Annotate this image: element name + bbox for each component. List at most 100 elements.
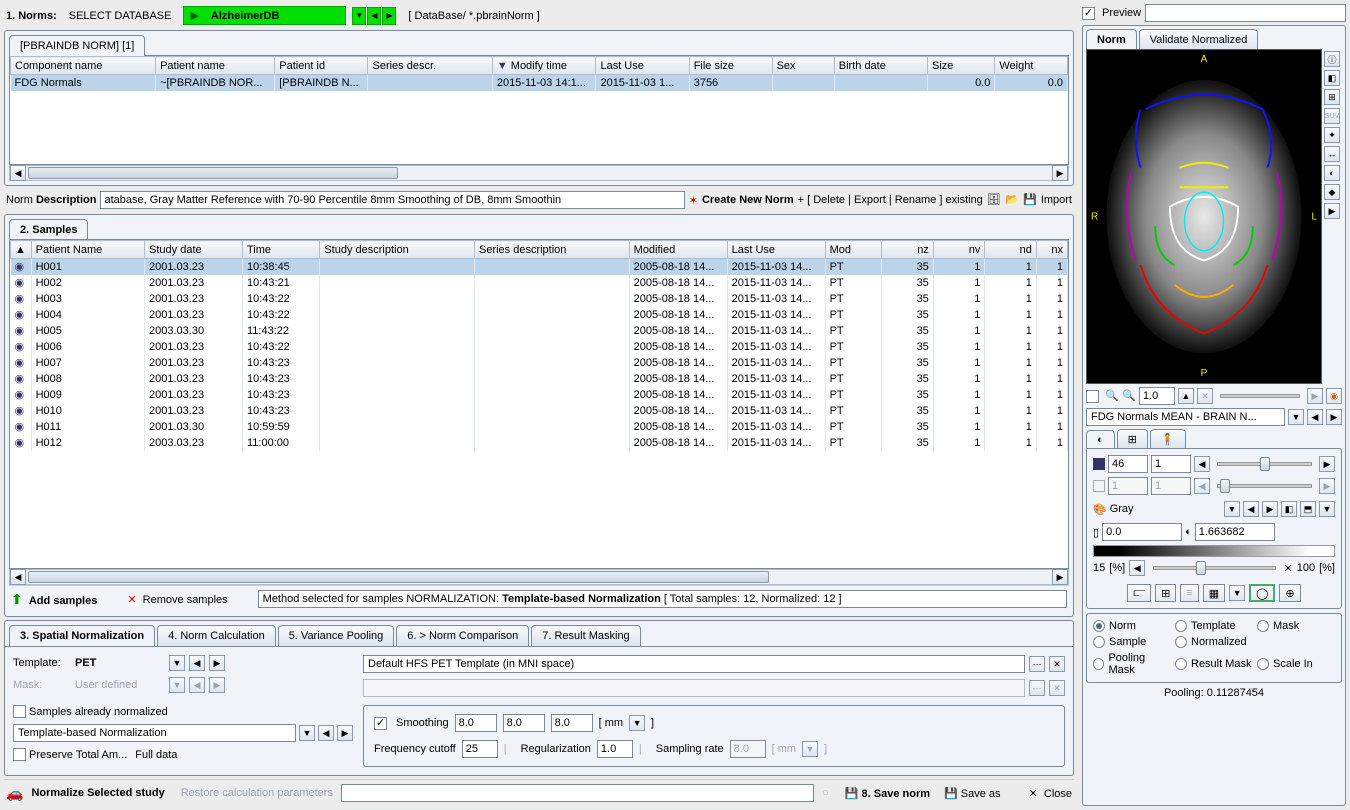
tab-variance-pooling[interactable]: 5. Variance Pooling bbox=[278, 625, 395, 646]
palette-icon[interactable]: 🎨 bbox=[1093, 503, 1107, 516]
template-next[interactable]: ▶ bbox=[209, 655, 225, 671]
colormap-dropdown[interactable]: ▼ bbox=[1224, 501, 1240, 517]
samples-already-normalized-checkbox[interactable] bbox=[13, 705, 26, 718]
slice-pos-1[interactable] bbox=[1108, 455, 1148, 473]
database-selector[interactable]: ▶ AlzheimerDB bbox=[183, 6, 346, 25]
col-last-use[interactable]: Last Use bbox=[596, 57, 689, 75]
col-modify-time[interactable]: ▼ Modify time bbox=[492, 57, 596, 75]
template-info-icon[interactable]: ⋯ bbox=[1029, 656, 1045, 672]
smoothing-x[interactable] bbox=[455, 714, 497, 732]
sample-row[interactable]: ◉ H0042001.03.2310:43:22 2005-08-18 14..… bbox=[11, 307, 1068, 323]
save-norm-button[interactable]: 💾 8. Save norm bbox=[845, 787, 930, 800]
existing-ops-label[interactable]: + [ Delete | Export | Rename ] existing bbox=[798, 194, 983, 206]
db-prev[interactable]: ◀ bbox=[367, 7, 381, 25]
norm-table-hscroll[interactable]: ◀ ▶ bbox=[9, 165, 1069, 181]
col-series-descr[interactable]: Series descr. bbox=[368, 57, 492, 75]
layout-btn-1[interactable]: ⫍ bbox=[1127, 584, 1151, 602]
viewer-circle-icon[interactable]: ◐ bbox=[1324, 165, 1340, 181]
scroll-right-icon[interactable]: ▶ bbox=[1052, 165, 1068, 181]
col-weight[interactable]: Weight bbox=[995, 57, 1068, 75]
viewer-ruler-icon[interactable]: ↔ bbox=[1324, 146, 1340, 162]
sample-row[interactable]: ◉ H0112001.03.3010:59:59 2005-08-18 14..… bbox=[11, 419, 1068, 435]
sample-row[interactable]: ◉ H0072001.03.2310:43:23 2005-08-18 14..… bbox=[11, 355, 1068, 371]
brain-slice-viewer[interactable]: A P R L bbox=[1086, 49, 1322, 384]
scroll-left-icon[interactable]: ◀ bbox=[10, 165, 26, 181]
tab-norm-comparison[interactable]: 6. > Norm Comparison bbox=[396, 625, 529, 646]
win-x-icon[interactable]: ✕ bbox=[1284, 562, 1293, 575]
col-time[interactable]: Time bbox=[242, 241, 319, 259]
save-icon[interactable]: 💾 bbox=[1023, 193, 1037, 207]
smoothing-z[interactable] bbox=[551, 714, 593, 732]
win-prev[interactable]: ◀ bbox=[1129, 560, 1145, 576]
tab-pbraindb-norm[interactable]: [PBRAINDB NORM] [1] bbox=[9, 35, 145, 56]
col-nz[interactable]: nz bbox=[882, 241, 934, 259]
title-dropdown[interactable]: ▼ bbox=[1288, 409, 1304, 425]
regularization-input[interactable] bbox=[597, 740, 633, 758]
layout-btn-2[interactable]: ⊞ bbox=[1155, 584, 1176, 602]
sample-row[interactable]: ◉ H0022001.03.2310:43:21 2005-08-18 14..… bbox=[11, 275, 1068, 291]
zoom-out-icon[interactable]: 🔍 bbox=[1122, 389, 1136, 403]
tab-validate-normalized[interactable]: Validate Normalized bbox=[1139, 29, 1259, 50]
radio-normalized[interactable] bbox=[1175, 636, 1187, 648]
layout-btn-4[interactable]: ▦ bbox=[1203, 584, 1225, 602]
db-next[interactable]: ▶ bbox=[382, 7, 396, 25]
viewer-chevron-icon[interactable]: ▶ bbox=[1324, 203, 1340, 219]
close-button[interactable]: ✕ Close bbox=[1029, 787, 1072, 800]
sample-row[interactable]: ◉ H0082001.03.2310:43:23 2005-08-18 14..… bbox=[11, 371, 1068, 387]
viewer-tool1-icon[interactable]: ◧ bbox=[1324, 70, 1340, 86]
radio-result-mask[interactable] bbox=[1175, 658, 1187, 670]
col-study-date[interactable]: Study date bbox=[145, 241, 243, 259]
template-prev[interactable]: ◀ bbox=[189, 655, 205, 671]
tab-result-masking[interactable]: 7. Result Masking bbox=[531, 625, 640, 646]
slice-prev[interactable]: ◀ bbox=[1194, 456, 1210, 472]
method-dropdown-arrow[interactable]: ▼ bbox=[299, 725, 315, 741]
radio-sample[interactable] bbox=[1093, 636, 1105, 648]
zoom-lock-checkbox[interactable] bbox=[1086, 390, 1099, 403]
col-series-desc[interactable]: Series description bbox=[474, 241, 629, 259]
col-size[interactable]: Size bbox=[928, 57, 995, 75]
import-button[interactable]: Import bbox=[1041, 194, 1072, 206]
sample-row[interactable]: ◉ H0052003.03.3011:43:22 2005-08-18 14..… bbox=[11, 323, 1068, 339]
colormap-opt2[interactable]: ⬒ bbox=[1300, 501, 1316, 517]
smoothing-y[interactable] bbox=[503, 714, 545, 732]
col-patient-id[interactable]: Patient id bbox=[275, 57, 368, 75]
freq-cutoff-input[interactable] bbox=[462, 740, 498, 758]
radio-norm[interactable] bbox=[1093, 620, 1105, 632]
colormap-next[interactable]: ▶ bbox=[1262, 501, 1278, 517]
sample-row[interactable]: ◉ H0122003.03.2311:00:00 2005-08-18 14..… bbox=[11, 435, 1068, 451]
norm-description-input[interactable] bbox=[100, 191, 684, 209]
preview-checkbox[interactable] bbox=[1082, 7, 1095, 20]
col-nd[interactable]: nd bbox=[985, 241, 1037, 259]
col-sex[interactable]: Sex bbox=[772, 57, 834, 75]
tab-person[interactable]: 🧍 bbox=[1150, 429, 1186, 449]
col-mod[interactable]: Mod bbox=[825, 241, 882, 259]
slice-pos-2[interactable] bbox=[1151, 455, 1191, 473]
range-max[interactable] bbox=[1195, 523, 1275, 541]
window-slider[interactable] bbox=[1153, 566, 1275, 570]
colormap-prev[interactable]: ◀ bbox=[1243, 501, 1259, 517]
radio-pooling-mask[interactable] bbox=[1093, 658, 1104, 670]
method-next[interactable]: ▶ bbox=[337, 725, 353, 741]
colormap-opt-dropdown[interactable]: ▼ bbox=[1319, 501, 1335, 517]
zoom-up[interactable]: ▲ bbox=[1178, 388, 1194, 404]
zoom-in-icon[interactable]: 🔍 bbox=[1105, 389, 1119, 403]
col-nx[interactable]: nx bbox=[1036, 241, 1067, 259]
slice-slider-1[interactable] bbox=[1217, 462, 1312, 466]
db-dropdown[interactable]: ▼ bbox=[352, 7, 366, 25]
open-icon[interactable]: 📂 bbox=[1005, 193, 1019, 207]
sample-row[interactable]: ◉ H0032001.03.2310:43:22 2005-08-18 14..… bbox=[11, 291, 1068, 307]
radio-mask[interactable] bbox=[1257, 620, 1269, 632]
col-file-size[interactable]: File size bbox=[689, 57, 772, 75]
samples-hscroll[interactable]: ◀ ▶ bbox=[9, 569, 1069, 585]
viewer-info-icon[interactable]: ⓘ bbox=[1324, 51, 1340, 67]
viewer-pin-icon[interactable]: ◆ bbox=[1324, 184, 1340, 200]
zoom-overlay-icon[interactable]: ◉ bbox=[1326, 388, 1342, 404]
col-nv[interactable]: nv bbox=[933, 241, 985, 259]
db-icon[interactable]: 🗄 bbox=[987, 193, 1001, 207]
tab-contrast[interactable]: ◐ bbox=[1086, 430, 1115, 449]
layout-btn-6[interactable]: ⊕ bbox=[1279, 584, 1300, 602]
layout-btn-5[interactable]: ◯ bbox=[1249, 584, 1275, 602]
create-new-norm-button[interactable]: Create New Norm bbox=[702, 194, 794, 206]
title-prev[interactable]: ◀ bbox=[1307, 409, 1323, 425]
sample-row[interactable]: ◉ H0102001.03.2310:43:23 2005-08-18 14..… bbox=[11, 403, 1068, 419]
